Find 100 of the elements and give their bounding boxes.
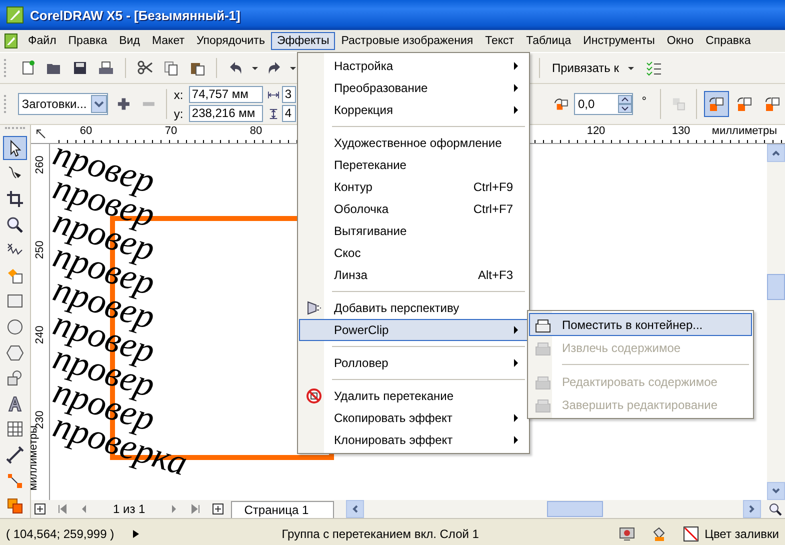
menu-item[interactable]: Линза Alt+F3 [299, 264, 528, 286]
dimension-icon [6, 446, 24, 464]
rectangle-icon [6, 292, 24, 310]
menu-item[interactable]: Настройка [299, 55, 528, 77]
page-counter: 1 из 1 [113, 502, 146, 516]
shapes-icon [6, 369, 24, 388]
window-title: CorelDRAW X5 - [Безымянный-1] [30, 8, 240, 22]
vertical-scrollbar[interactable] [767, 144, 785, 500]
redo-icon[interactable] [266, 60, 282, 76]
menu-item[interactable]: Макет [146, 32, 190, 50]
scroll-thumb[interactable] [767, 274, 785, 300]
menu-item[interactable]: Вид [113, 32, 146, 50]
new-document-icon[interactable] [20, 60, 36, 76]
undo-icon[interactable] [228, 60, 244, 76]
add-page-icon[interactable] [212, 503, 224, 515]
height-field[interactable]: 4 [282, 105, 296, 122]
menu-item[interactable]: Ролловер [299, 352, 528, 374]
x-label: x: [174, 88, 184, 102]
menu-item[interactable]: Правка [62, 32, 114, 50]
paste-icon[interactable] [189, 60, 205, 76]
spin-arrows-icon[interactable] [618, 95, 632, 113]
connector-icon [6, 472, 24, 490]
transform-copy-icon [736, 96, 752, 112]
menu-item[interactable]: Справка [700, 32, 757, 50]
plus-icon[interactable] [116, 96, 132, 112]
smart-fill-icon [6, 266, 24, 285]
menu-item[interactable]: Вытягивание [299, 220, 528, 242]
scissors-icon[interactable] [137, 60, 153, 76]
caret-icon[interactable] [251, 64, 259, 72]
ruler-origin-icon[interactable] [35, 128, 47, 140]
ruler-label: 250 [34, 241, 46, 259]
menu-item[interactable]: Добавить перспективу [299, 297, 528, 319]
menu-item[interactable]: Контур Ctrl+F9 [299, 176, 528, 198]
menu-item[interactable]: Скос [299, 242, 528, 264]
menu-item[interactable]: Инструменты [577, 32, 661, 50]
last-page-icon[interactable] [190, 503, 202, 515]
rotate-icon[interactable] [552, 96, 568, 112]
save-icon[interactable] [72, 60, 88, 76]
menu-item[interactable]: Художественное оформление [299, 132, 528, 154]
checklist-icon[interactable] [646, 60, 662, 76]
menu-item[interactable]: Упорядочить [190, 32, 271, 50]
print-icon[interactable] [98, 60, 114, 76]
menu-item[interactable]: Коррекция [299, 99, 528, 121]
no-fill-swatch-icon [682, 526, 699, 542]
fill-color-label: Цвет заливки [704, 527, 779, 541]
fill-icon [6, 497, 24, 516]
menu-item[interactable]: Удалить перетекание [299, 385, 528, 407]
menu-item[interactable]: Таблица [520, 32, 578, 50]
ruler-label: 120 [586, 125, 606, 137]
menu-item[interactable]: Текст [479, 32, 520, 50]
caret-icon[interactable] [289, 64, 297, 72]
zoom-icon[interactable] [768, 502, 782, 516]
menu-item[interactable]: Растровые изображения [335, 32, 480, 50]
fill-bucket-icon[interactable] [650, 526, 667, 542]
menu-item[interactable]: Файл [22, 32, 62, 50]
scroll-up-icon[interactable] [771, 148, 781, 158]
ruler-unit: миллиметры [712, 125, 777, 137]
transform-copy-icon [764, 96, 780, 112]
shortcut-label: Alt+F3 [478, 268, 513, 282]
scroll-right-icon[interactable] [747, 504, 757, 514]
degree-unit: ° [642, 94, 647, 108]
ruler-label: 130 [672, 125, 690, 137]
app-icon [6, 6, 24, 24]
menu-item[interactable]: PowerClip [299, 319, 528, 341]
transform-copy-icon [708, 96, 724, 112]
page-tab[interactable]: Страница 1 [231, 500, 334, 518]
menu-item[interactable]: Поместить в контейнер... [529, 313, 752, 336]
ruler-label: 70 [164, 125, 178, 137]
crop-icon [6, 190, 24, 208]
caret-icon [626, 64, 635, 72]
add-page-icon[interactable] [34, 503, 46, 515]
monitor-icon[interactable] [618, 526, 635, 542]
copy-icon[interactable] [163, 60, 179, 76]
shortcut-label: Ctrl+F7 [473, 202, 513, 216]
horizontal-scrollbar[interactable] [346, 500, 761, 518]
ruler-label: 240 [34, 326, 46, 344]
ellipse-icon [6, 318, 24, 336]
width-icon [268, 90, 279, 100]
transform-mode-button[interactable] [704, 91, 729, 117]
document-icon[interactable] [4, 33, 18, 49]
y-position-field[interactable]: 238,216 мм [188, 105, 263, 122]
menu-item[interactable]: Скопировать эффект [299, 407, 528, 429]
ruler-label: 60 [80, 125, 92, 137]
menu-item[interactable]: Клонировать эффект [299, 429, 528, 451]
menu-item[interactable]: Оболочка Ctrl+F7 [299, 198, 528, 220]
width-field[interactable]: 3 [282, 86, 296, 103]
menu-item[interactable]: Окно [660, 32, 700, 50]
pointer-button[interactable] [3, 136, 27, 160]
menu-item[interactable]: Перетекание [299, 154, 528, 176]
preset-dropdown[interactable]: Заготовки... [18, 93, 108, 115]
y-label: y: [174, 106, 184, 120]
snap-dropdown[interactable]: Привязать к [548, 59, 639, 77]
menu-item[interactable]: Эффекты [270, 32, 336, 50]
x-position-field[interactable]: 74,757 мм [188, 86, 263, 103]
menu-item[interactable]: Преобразование [299, 77, 528, 99]
first-page-icon[interactable] [56, 503, 68, 515]
scroll-thumb[interactable] [547, 501, 603, 517]
scroll-down-icon[interactable] [771, 486, 781, 496]
angle-field[interactable]: 0,0 [574, 93, 633, 115]
expand-arrow-icon[interactable] [132, 529, 140, 539]
